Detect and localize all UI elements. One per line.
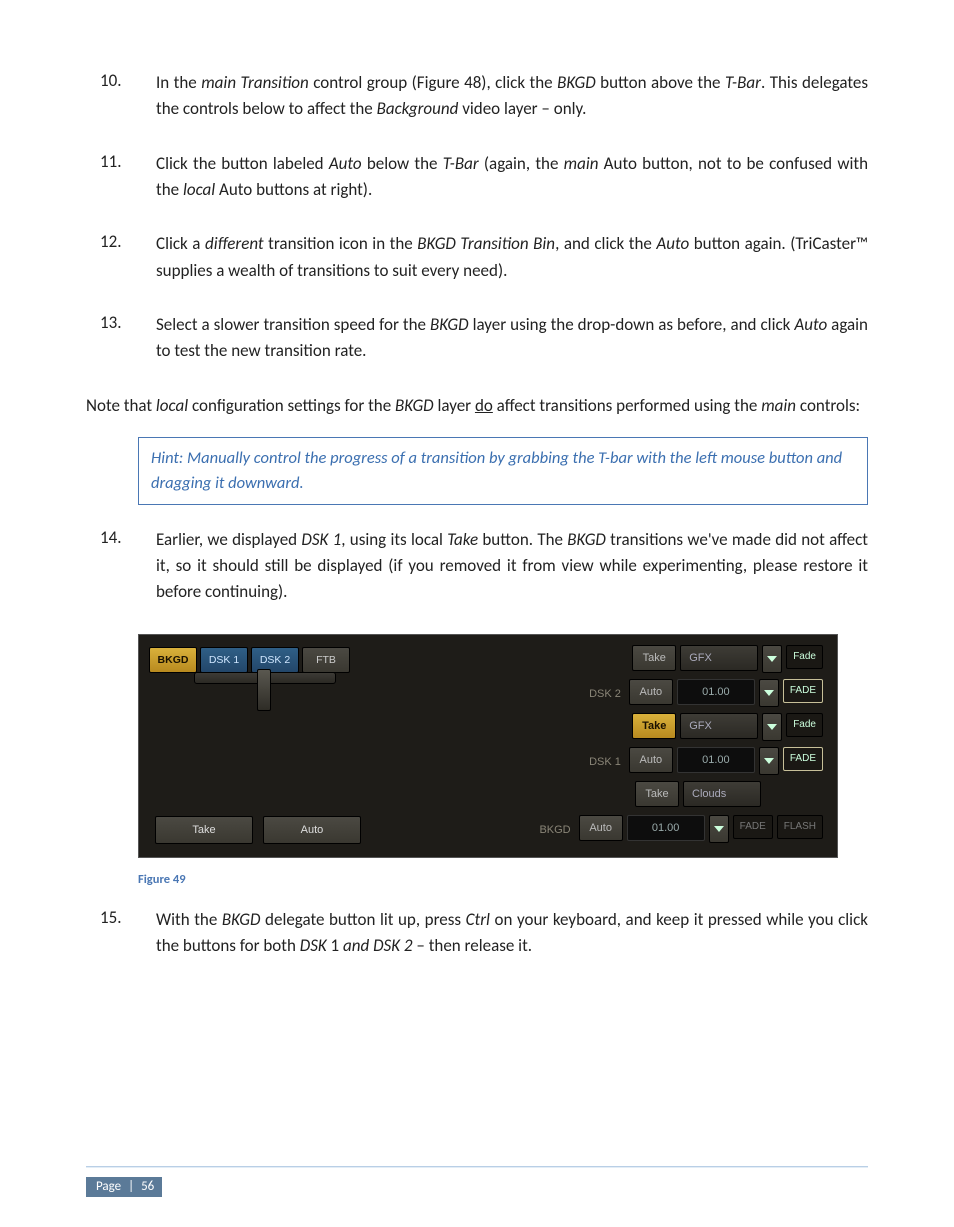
figure-caption: Figure 49: [138, 872, 868, 887]
dsk1-fade-label: Fade: [786, 713, 823, 737]
step-14: 14. Earlier, we displayed DSK 1, using i…: [86, 527, 868, 606]
dsk1-source-field[interactable]: GFX: [680, 713, 758, 739]
step-text: Earlier, we displayed DSK 1, using its l…: [156, 527, 868, 606]
main-take-button[interactable]: Take: [155, 816, 253, 844]
instruction-list-2: 14. Earlier, we displayed DSK 1, using i…: [86, 527, 868, 606]
footer-page-number: 56: [141, 1179, 154, 1194]
dsk2-take-button[interactable]: Take: [632, 645, 676, 671]
step-text: With the BKGD delegate button lit up, pr…: [156, 907, 868, 960]
step-11: 11. Click the button labeled Auto below …: [86, 151, 868, 204]
bkgd-source-field[interactable]: Clouds: [683, 781, 761, 807]
dsk2-auto-button[interactable]: Auto: [629, 679, 673, 705]
step-13: 13. Select a slower transition speed for…: [86, 312, 868, 365]
step-number: 13.: [86, 312, 156, 365]
bkgd-row-label: BKGD: [525, 824, 579, 836]
hint-box: Hint: Manually control the progress of a…: [138, 437, 868, 505]
hint-text: Hint: Manually control the progress of a…: [151, 448, 842, 493]
step-number: 10.: [86, 70, 156, 123]
step-text: Click the button labeled Auto below the …: [156, 151, 868, 204]
dsk1-source-dropdown-icon[interactable]: [762, 713, 782, 741]
dsk1-row-label: DSK 1: [575, 756, 629, 768]
instruction-list-3: 15. With the BKGD delegate button lit up…: [86, 907, 868, 960]
dsk2-time-field[interactable]: 01.00: [677, 679, 755, 705]
t-bar-handle[interactable]: [257, 669, 271, 711]
main-auto-button[interactable]: Auto: [263, 816, 361, 844]
page-number-tag: Page | 56: [86, 1177, 162, 1197]
dsk1-time-field[interactable]: 01.00: [677, 747, 755, 773]
step-number: 14.: [86, 527, 156, 606]
step-number: 12.: [86, 231, 156, 284]
dsk1-take-button[interactable]: Take: [632, 713, 676, 739]
step-15: 15. With the BKGD delegate button lit up…: [86, 907, 868, 960]
bkgd-time-field[interactable]: 01.00: [627, 815, 705, 841]
dsk2-source-field[interactable]: GFX: [680, 645, 758, 671]
step-10: 10. In the main Transition control group…: [86, 70, 868, 123]
bkgd-time-dropdown-icon[interactable]: [709, 815, 729, 843]
bkgd-transition-chip-flash[interactable]: FLASH: [777, 815, 823, 839]
footer-sep: |: [124, 1179, 138, 1194]
bkgd-auto-button[interactable]: Auto: [579, 815, 623, 841]
dsk2-transition-chip[interactable]: FADE: [783, 679, 823, 703]
bkgd-take-button[interactable]: Take: [635, 781, 679, 807]
dsk2-fade-label: Fade: [786, 645, 823, 669]
footer-rule: [86, 1166, 868, 1168]
step-number: 15.: [86, 907, 156, 960]
instruction-list: 10. In the main Transition control group…: [86, 70, 868, 365]
step-text: In the main Transition control group (Fi…: [156, 70, 868, 123]
note-paragraph: Note that local configuration settings f…: [86, 393, 868, 419]
figure-49-screenshot: BKGD DSK 1 DSK 2 FTB Take GFX Fade DSK 2…: [138, 634, 838, 858]
dsk2-row-label: DSK 2: [575, 688, 629, 700]
dsk1-transition-chip[interactable]: FADE: [783, 747, 823, 771]
step-text: Select a slower transition speed for the…: [156, 312, 868, 365]
bkgd-transition-chip-fade[interactable]: FADE: [733, 815, 773, 839]
dsk1-time-dropdown-icon[interactable]: [759, 747, 779, 775]
dsk2-source-dropdown-icon[interactable]: [762, 645, 782, 673]
step-text: Click a different transition icon in the…: [156, 231, 868, 284]
dsk2-time-dropdown-icon[interactable]: [759, 679, 779, 707]
step-number: 11.: [86, 151, 156, 204]
footer-page-word: Page: [96, 1179, 121, 1194]
dsk1-auto-button[interactable]: Auto: [629, 747, 673, 773]
page-footer: Page | 56: [0, 1166, 954, 1197]
step-12: 12. Click a different transition icon in…: [86, 231, 868, 284]
